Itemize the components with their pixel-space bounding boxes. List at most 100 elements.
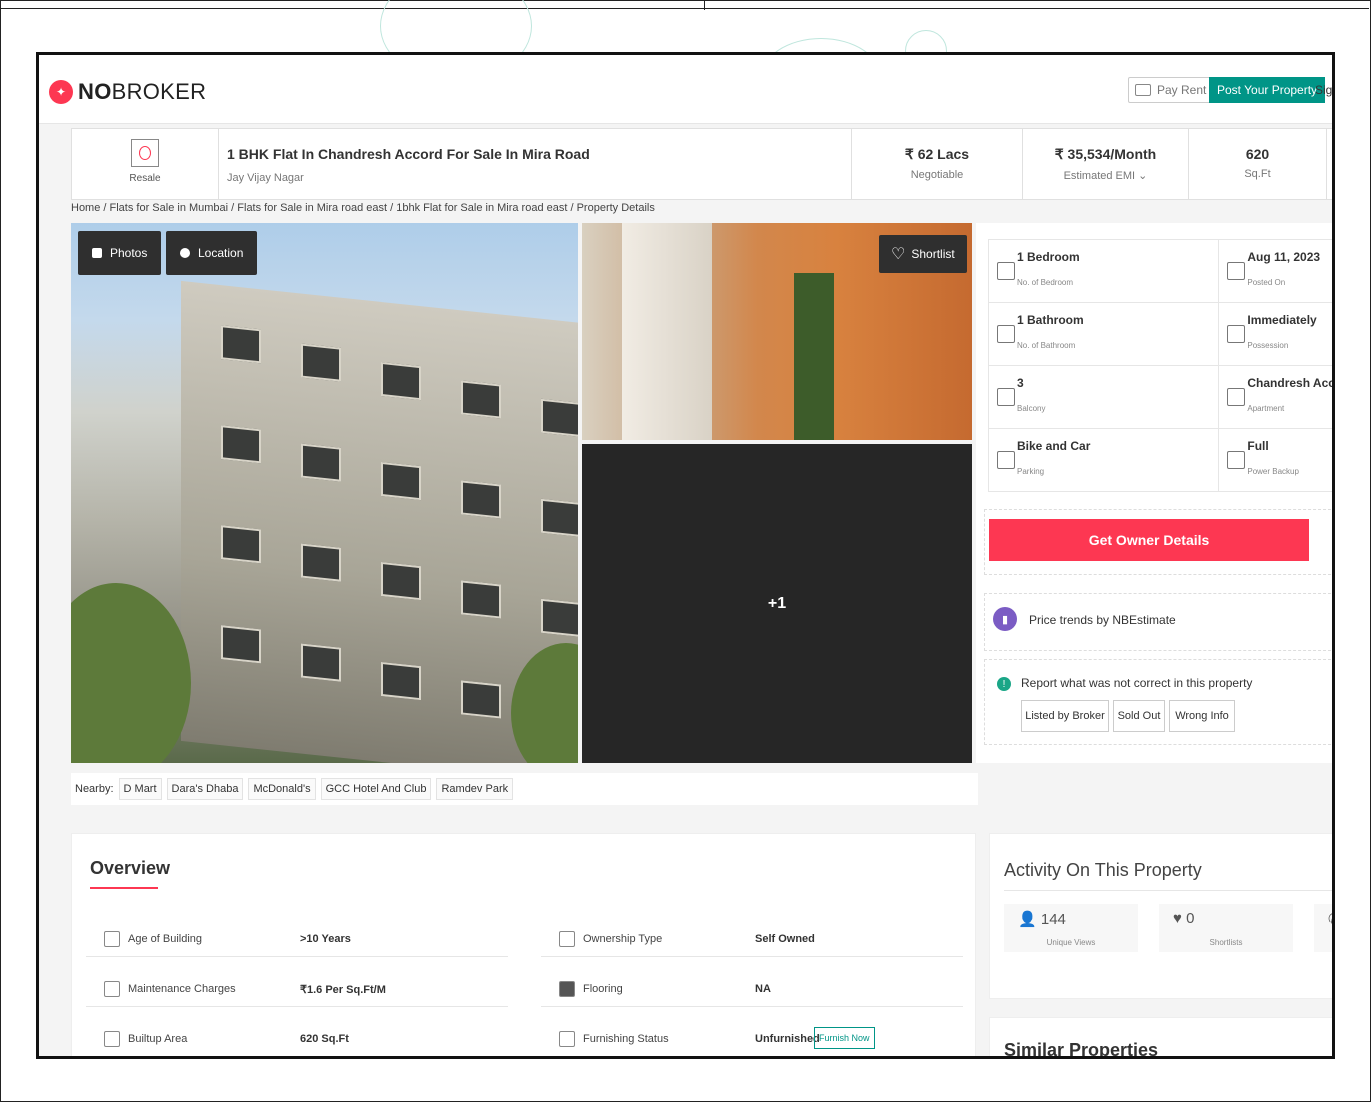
resale-badge: Resale [72,129,219,199]
nearby-label: Nearby: [75,783,114,795]
posted-on-detail: Aug 11, 2023 Posted On [1219,240,1332,302]
emi-stat[interactable]: ₹ 35,534/Month Estimated EMI ⌄ [1022,129,1188,199]
heart-icon: ♡ [891,246,906,263]
browser-viewport: ✦ NOBROKER Pay Rent Post Your Property S… [36,52,1335,1059]
overview-row: Furnishing Status Unfurnished Furnish No… [541,1026,963,1056]
overview-underline [90,887,158,889]
price-stat: ₹ 62 Lacs Negotiable [851,129,1022,199]
maintenance-icon [104,981,120,997]
shortlists-label: Shortlists [1209,938,1243,947]
price-trends-box[interactable]: ▮ Price trends by NBEstimate [984,593,1332,651]
sofa-icon [559,1031,575,1047]
battery-icon [1227,451,1246,469]
property-title-bar: Resale 1 BHK Flat In Chandresh Accord Fo… [71,128,1332,200]
emi-sub: Estimated EMI ⌄ [1063,170,1148,182]
area-value: 620 [1245,146,1270,162]
shortlist-button[interactable]: ♡ Shortlist [879,235,967,273]
nearby-bar: Nearby: D Mart Dara's Dhaba McDonald's G… [71,773,978,805]
home-icon [131,139,159,167]
owner-details-box: Get Owner Details [984,509,1332,575]
furnish-now-button[interactable]: Furnish Now [814,1027,875,1049]
listed-by-broker-button[interactable]: Listed by Broker [1021,700,1109,732]
site-header: ✦ NOBROKER Pay Rent Post Your Property S… [39,55,1332,124]
alert-icon: ! [997,677,1011,691]
location-label: Location [198,246,244,260]
apartment-detail: Chandresh Accord Apartment [1219,366,1332,428]
property-photo-2[interactable]: ♡ Shortlist [582,223,972,440]
property-locality: Jay Vijay Nagar [227,172,304,184]
bathtub-icon [997,325,1015,343]
calendar-icon [1227,262,1246,280]
shortlists-card: ♥ 0 Shortlists [1159,904,1293,952]
sign-in-link[interactable]: Sign [1315,83,1332,97]
resale-label: Resale [129,173,161,184]
power-backup-detail: Full Power Backup [1219,429,1332,491]
card-icon [1135,84,1151,96]
overview-row: Maintenance Charges ₹1.6 Per Sq.Ft/M [86,976,508,1007]
pay-rent-button[interactable]: Pay Rent [1128,77,1214,103]
building-icon [1227,388,1246,406]
area-sub: Sq.Ft [1244,168,1271,180]
shortlist-label: Shortlist [911,247,955,261]
report-text: Report what was not correct in this prop… [1021,676,1253,690]
nearby-tag[interactable]: Dara's Dhaba [166,778,244,800]
heart-icon: ♥ [1173,910,1187,927]
area-stat: 620 Sq.Ft [1188,129,1327,199]
overview-row: Ownership Type Self Owned [541,926,963,957]
person-icon: 👤 [1018,911,1041,928]
parking-detail: Bike and Car Parking [989,429,1220,491]
nearby-tag[interactable]: GCC Hotel And Club [320,778,432,800]
breadcrumb[interactable]: Home / Flats for Sale in Mumbai / Flats … [71,202,655,214]
sold-out-button[interactable]: Sold Out [1113,700,1165,732]
tree-image [71,583,191,763]
post-property-button[interactable]: Post Your Property [1209,77,1326,103]
activity-divider [1004,890,1332,891]
similar-properties-title: Similar Properties [1004,1040,1159,1059]
car-icon [997,451,1015,469]
overview-section: Overview Age of Building >10 Years Owner… [71,833,976,1056]
overview-title: Overview [90,858,171,878]
emi-value: ₹ 35,534/Month [1054,146,1157,162]
door-image [622,223,712,440]
views-count: 144 [1040,911,1066,928]
possession-detail: Immediately Possession [1219,303,1332,365]
bed-icon [997,262,1015,280]
nobroker-logo[interactable]: ✦ NOBROKER [49,79,206,105]
similar-properties-section: Similar Properties [989,1017,1332,1059]
nobroker-logo-icon: ✦ [49,80,73,104]
nearby-tag[interactable]: Ramdev Park [436,778,514,800]
builtup-area-icon [104,1031,120,1047]
photos-button[interactable]: Photos [78,231,162,275]
wrong-info-button[interactable]: Wrong Info [1169,700,1235,732]
details-grid: 1 Bedroom No. of Bedroom Aug 11, 2023 Po… [988,239,1332,492]
nearby-tag[interactable]: D Mart [118,778,162,800]
report-box: ! Report what was not correct in this pr… [984,659,1332,745]
pay-rent-label: Pay Rent [1157,83,1207,97]
top-column-divider [704,0,705,10]
chart-icon: ▮ [993,607,1017,631]
doorway-image [794,273,834,440]
activity-section: Activity On This Property 👤 144 Unique V… [989,833,1332,999]
overview-row: Flooring NA [541,976,963,1007]
compass-icon [180,248,190,258]
balcony-icon [997,388,1015,406]
contacts-card: ✆ [1314,904,1332,952]
key-icon [1227,325,1246,343]
flooring-icon [559,981,575,997]
top-divider-line [0,8,1369,9]
location-button[interactable]: Location [166,231,258,275]
unique-views-card: 👤 144 Unique Views [1004,904,1138,952]
camera-icon [92,248,102,258]
phone-icon: ✆ [1328,910,1332,928]
price-trends-label: Price trends by NBEstimate [1029,613,1176,627]
ownership-icon [559,931,575,947]
more-photos-count[interactable]: +1 [582,444,972,763]
main-property-photo[interactable]: Photos Location [71,223,578,763]
get-owner-details-button[interactable]: Get Owner Details [989,519,1309,561]
logo-suffix: BROKER [111,79,207,104]
nearby-tag[interactable]: McDonald's [248,778,316,800]
property-photo-3[interactable]: +1 [582,444,972,763]
bathroom-detail: 1 Bathroom No. of Bathroom [989,303,1220,365]
logo-prefix: NO [78,79,112,104]
photos-label: Photos [110,246,148,260]
